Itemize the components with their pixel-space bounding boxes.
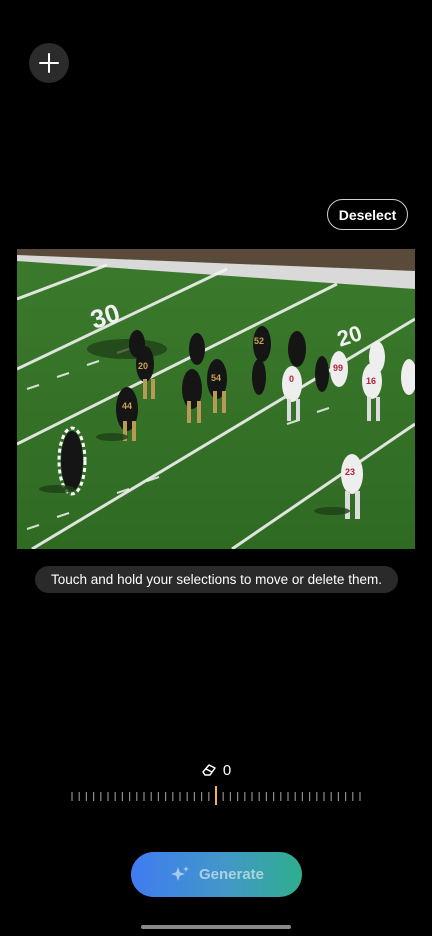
eraser-size-value: 0 bbox=[222, 761, 232, 779]
edited-photo[interactable]: 30 20 52 20 44 54 0 99 16 23 bbox=[17, 249, 415, 549]
svg-text:23: 23 bbox=[345, 467, 355, 477]
football-field-photo: 30 20 52 20 44 54 0 99 16 23 bbox=[17, 249, 415, 549]
svg-text:20: 20 bbox=[138, 361, 148, 371]
svg-text:99: 99 bbox=[333, 363, 343, 373]
svg-text:44: 44 bbox=[122, 401, 132, 411]
svg-text:0: 0 bbox=[289, 374, 294, 384]
svg-text:16: 16 bbox=[366, 376, 376, 386]
generate-label: Generate bbox=[198, 866, 265, 883]
generate-button[interactable]: Generate bbox=[131, 852, 302, 897]
plus-icon bbox=[39, 53, 59, 73]
eraser-size-slider[interactable] bbox=[70, 785, 362, 807]
instruction-hint: Touch and hold your selections to move o… bbox=[35, 566, 398, 593]
svg-text:54: 54 bbox=[211, 373, 221, 383]
home-indicator[interactable] bbox=[141, 925, 291, 929]
eraser-size-row: 0 bbox=[0, 759, 432, 781]
sparkle-icon bbox=[170, 865, 189, 881]
slider-ticks bbox=[71, 786, 361, 805]
deselect-button[interactable]: Deselect bbox=[327, 199, 408, 230]
eraser-icon bbox=[202, 764, 216, 776]
svg-text:52: 52 bbox=[254, 336, 264, 346]
add-button[interactable] bbox=[29, 43, 69, 83]
